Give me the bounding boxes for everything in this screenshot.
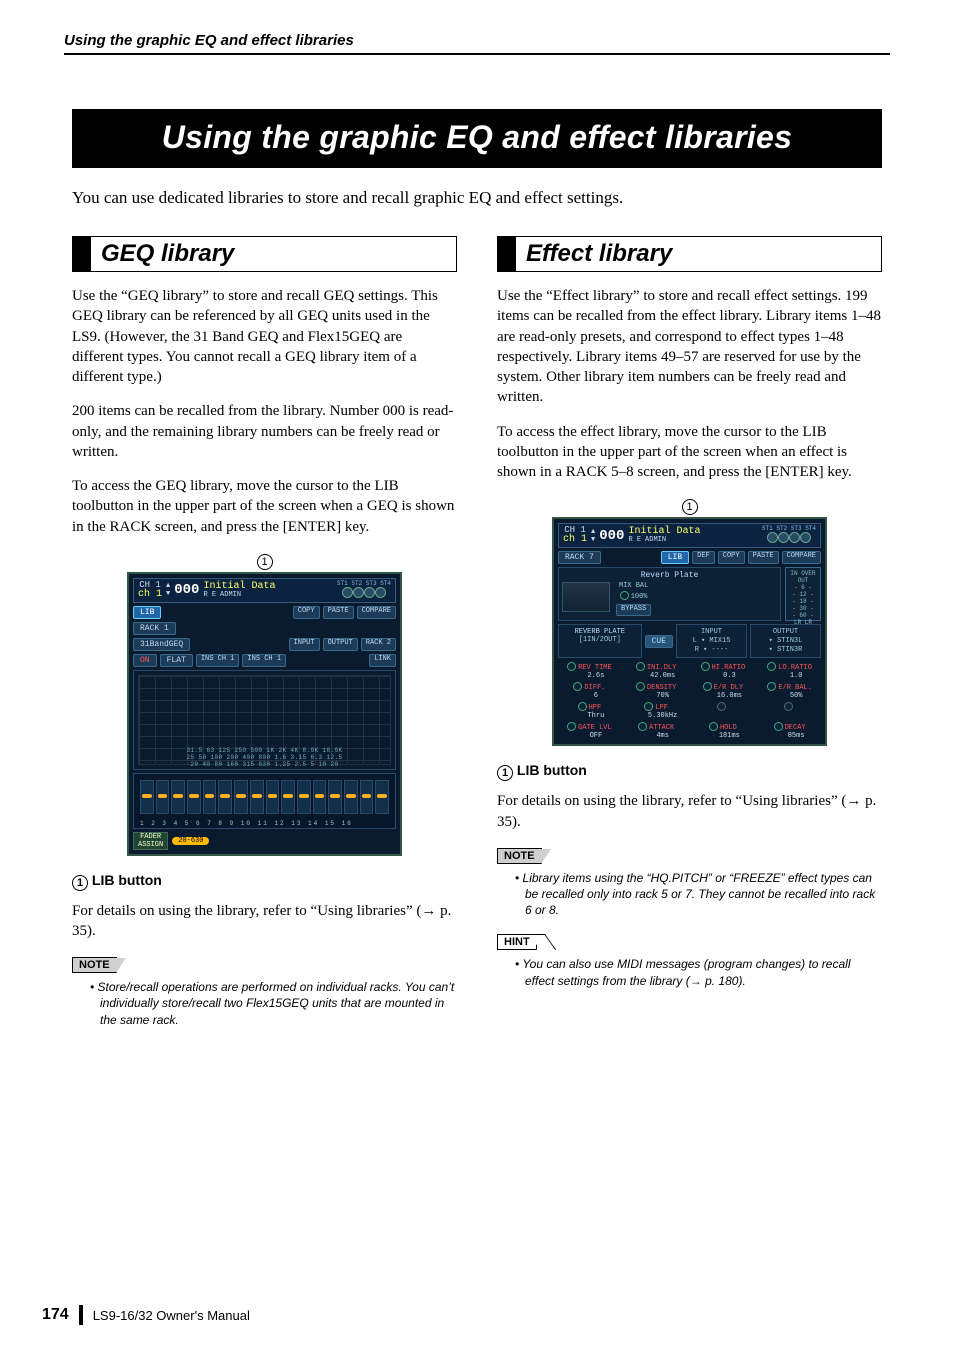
geq-type: 31BandGEQ — [133, 638, 190, 651]
geq-note: NOTE • Store/recall operations are perfo… — [72, 955, 457, 1028]
geq-paragraph-3: To access the GEQ library, move the curs… — [72, 476, 457, 537]
running-head: Using the graphic EQ and effect librarie… — [64, 32, 890, 49]
geq-paragraph-2: 200 items can be recalled from the libra… — [72, 401, 457, 462]
cue-button[interactable]: CUE — [645, 635, 673, 648]
meter: IN OVER OUT - 6 - - 12 - - 18 - - 30 - -… — [785, 567, 821, 621]
effect-param — [692, 702, 755, 720]
effect-caption-text: LIB button — [517, 762, 587, 778]
geq-figure: 1 CH 1 ch 1 ▲▼ 000 Initial Data — [72, 551, 457, 856]
ss-num: 000 — [174, 582, 199, 598]
link-button[interactable]: LINK — [369, 654, 396, 667]
effect-param: DIFF.6 — [558, 682, 621, 700]
bypass-button[interactable]: BYPASS — [616, 604, 651, 615]
geq-caption: 1 LIB button — [72, 872, 457, 891]
rack7-label: RACK 7 — [558, 551, 601, 564]
fader-range[interactable]: 20-630 — [172, 837, 209, 845]
right-column: Effect library Use the “Effect library” … — [497, 236, 882, 1034]
effect-param: INI.DLY42.0ms — [625, 662, 688, 680]
effect-hint: HINT • You can also use MIDI messages (p… — [497, 932, 882, 988]
intro-paragraph: You can use dedicated libraries to store… — [72, 188, 882, 208]
effect-param: E/R BAL.50% — [758, 682, 821, 700]
effect-heading-box: Effect library — [497, 236, 882, 272]
effect-param: HPFThru — [558, 702, 621, 720]
effect-param: DENSITY70% — [625, 682, 688, 700]
ss-re: R E — [203, 592, 216, 599]
paste-button-2[interactable]: PASTE — [748, 551, 779, 564]
effect-title: Reverb Plate — [562, 571, 777, 580]
compare-button-2[interactable]: COMPARE — [782, 551, 821, 564]
caption-marker-1b: 1 — [497, 765, 513, 781]
ss-admin: ADMIN — [220, 592, 241, 599]
freq-labels: 31.5 63 125 250 500 1K 2K 4K 8.0K 16.0K … — [140, 747, 389, 768]
ins2[interactable]: INS CH 1 — [242, 654, 286, 667]
effect-figure: 1 CH 1 ch 1 ▲▼ 000 Initial Data — [497, 496, 882, 746]
hint-label: HINT — [497, 934, 537, 950]
effect-param: REV TIME2.6s — [558, 662, 621, 680]
rack-label: RACK 1 — [133, 622, 176, 635]
section-banner: Using the graphic EQ and effect librarie… — [72, 109, 882, 168]
effect-param: LO.RATIO1.0 — [758, 662, 821, 680]
paste-button[interactable]: PASTE — [323, 606, 354, 619]
note-label-2: NOTE — [497, 848, 542, 864]
footer-divider-icon — [79, 1305, 83, 1325]
effect-param: HOLD181ms — [692, 722, 755, 740]
input-label: INPUT — [289, 638, 320, 651]
effect-param: DECAY85ms — [758, 722, 821, 740]
effect-param: E/R DLY16.0ms — [692, 682, 755, 700]
geq-note-bullet: • Store/recall operations are performed … — [90, 979, 457, 1028]
effect-note: NOTE • Library items using the “HQ.PITCH… — [497, 846, 882, 919]
effect-param — [758, 702, 821, 720]
left-column: GEQ library Use the “GEQ library” to sto… — [72, 236, 457, 1034]
effect-heading: Effect library — [498, 237, 881, 271]
lib-toolbutton-2[interactable]: LIB — [661, 551, 689, 564]
effect-paragraph-2: To access the effect library, move the c… — [497, 422, 882, 483]
slider-nums: 1 2 3 4 5 6 7 8 9 10 11 12 13 14 15 16 — [140, 820, 353, 827]
flat-button[interactable]: FLAT — [160, 654, 193, 667]
copy-button[interactable]: COPY — [293, 606, 320, 619]
effect-paragraph-1: Use the “Effect library” to store and re… — [497, 286, 882, 408]
geq-heading: GEQ library — [73, 237, 456, 271]
effect-param: HI.RATIO0.3 — [692, 662, 755, 680]
ss2-ch-b: ch 1 — [563, 535, 587, 545]
ss2-num: 000 — [599, 528, 624, 544]
def-button[interactable]: DEF — [692, 551, 715, 564]
effect-caption: 1 LIB button — [497, 762, 882, 781]
geq-heading-box: GEQ library — [72, 236, 457, 272]
on-button[interactable]: ON — [133, 654, 157, 667]
geq-details: For details on using the library, refer … — [72, 901, 457, 942]
geq-caption-text: LIB button — [92, 872, 162, 888]
caption-marker-1: 1 — [72, 875, 88, 891]
fader-assign: FADER ASSIGN — [133, 832, 168, 850]
ss-ch-b: ch 1 — [138, 590, 162, 600]
effect-note-bullet: • Library items using the “HQ.PITCH” or … — [515, 870, 882, 919]
manual-title: LS9-16/32 Owner's Manual — [93, 1308, 250, 1323]
note-label: NOTE — [72, 957, 117, 973]
callout-1-icon-b: 1 — [682, 499, 698, 515]
copy-button-2[interactable]: COPY — [718, 551, 745, 564]
effect-param: LPF5.30kHz — [625, 702, 688, 720]
effect-param: ATTACK4ms — [625, 722, 688, 740]
page-footer: 174 LS9-16/32 Owner's Manual — [42, 1305, 250, 1325]
page-number: 174 — [42, 1306, 69, 1324]
geq-paragraph-1: Use the “GEQ library” to store and recal… — [72, 286, 457, 387]
lib-toolbutton[interactable]: LIB — [133, 606, 161, 619]
ins1[interactable]: INS CH 1 — [196, 654, 240, 667]
rack2-label: RACK 2 — [361, 638, 396, 651]
compare-button[interactable]: COMPARE — [357, 606, 396, 619]
effect-param: GATE LVLOFF — [558, 722, 621, 740]
effect-hint-bullet: • You can also use MIDI messages (progra… — [515, 956, 882, 988]
header-rule — [64, 53, 890, 55]
callout-1-icon: 1 — [257, 554, 273, 570]
effect-details: For details on using the library, refer … — [497, 791, 882, 832]
output-label: OUTPUT — [323, 638, 358, 651]
